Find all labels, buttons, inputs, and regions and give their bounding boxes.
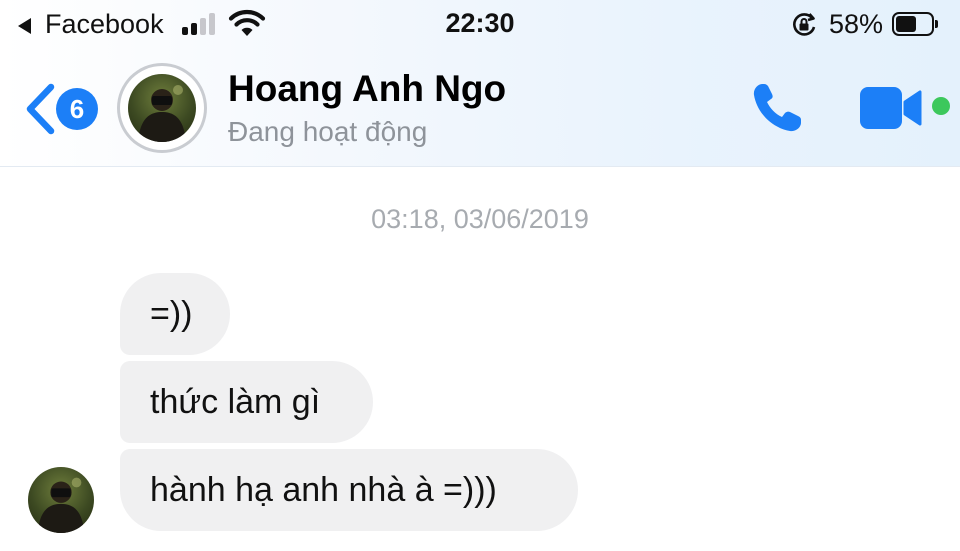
contact-active-status: Đang hoạt động xyxy=(228,116,428,147)
sender-avatar[interactable] xyxy=(28,467,94,533)
chat-top-area: Facebook 22:30 58% 6 Hoang Anh Ngo Đang … xyxy=(0,0,960,167)
voice-call-button[interactable] xyxy=(748,80,808,136)
message-bubble[interactable]: hành hạ anh nhà à =))) xyxy=(120,449,578,531)
video-call-button[interactable] xyxy=(858,84,928,132)
online-indicator xyxy=(932,97,950,115)
battery-level-fill xyxy=(896,16,916,32)
contact-avatar[interactable] xyxy=(120,66,204,150)
video-camera-icon xyxy=(860,87,922,129)
battery-percent: 58% xyxy=(829,9,884,39)
message-timestamp: 03:18, 03/06/2019 xyxy=(371,204,589,234)
avatar-photo xyxy=(128,74,196,142)
contact-name[interactable]: Hoang Anh Ngo xyxy=(228,68,506,110)
battery-icon xyxy=(892,12,938,36)
rotation-lock-icon xyxy=(793,13,816,36)
chevron-left-icon xyxy=(26,83,55,135)
phone-icon xyxy=(753,84,801,132)
status-bar: Facebook 22:30 58% xyxy=(0,0,960,50)
unread-count-badge: 6 xyxy=(56,88,98,130)
message-bubble[interactable]: thức làm gì xyxy=(120,361,373,443)
message-bubble[interactable]: =)) xyxy=(120,273,230,355)
